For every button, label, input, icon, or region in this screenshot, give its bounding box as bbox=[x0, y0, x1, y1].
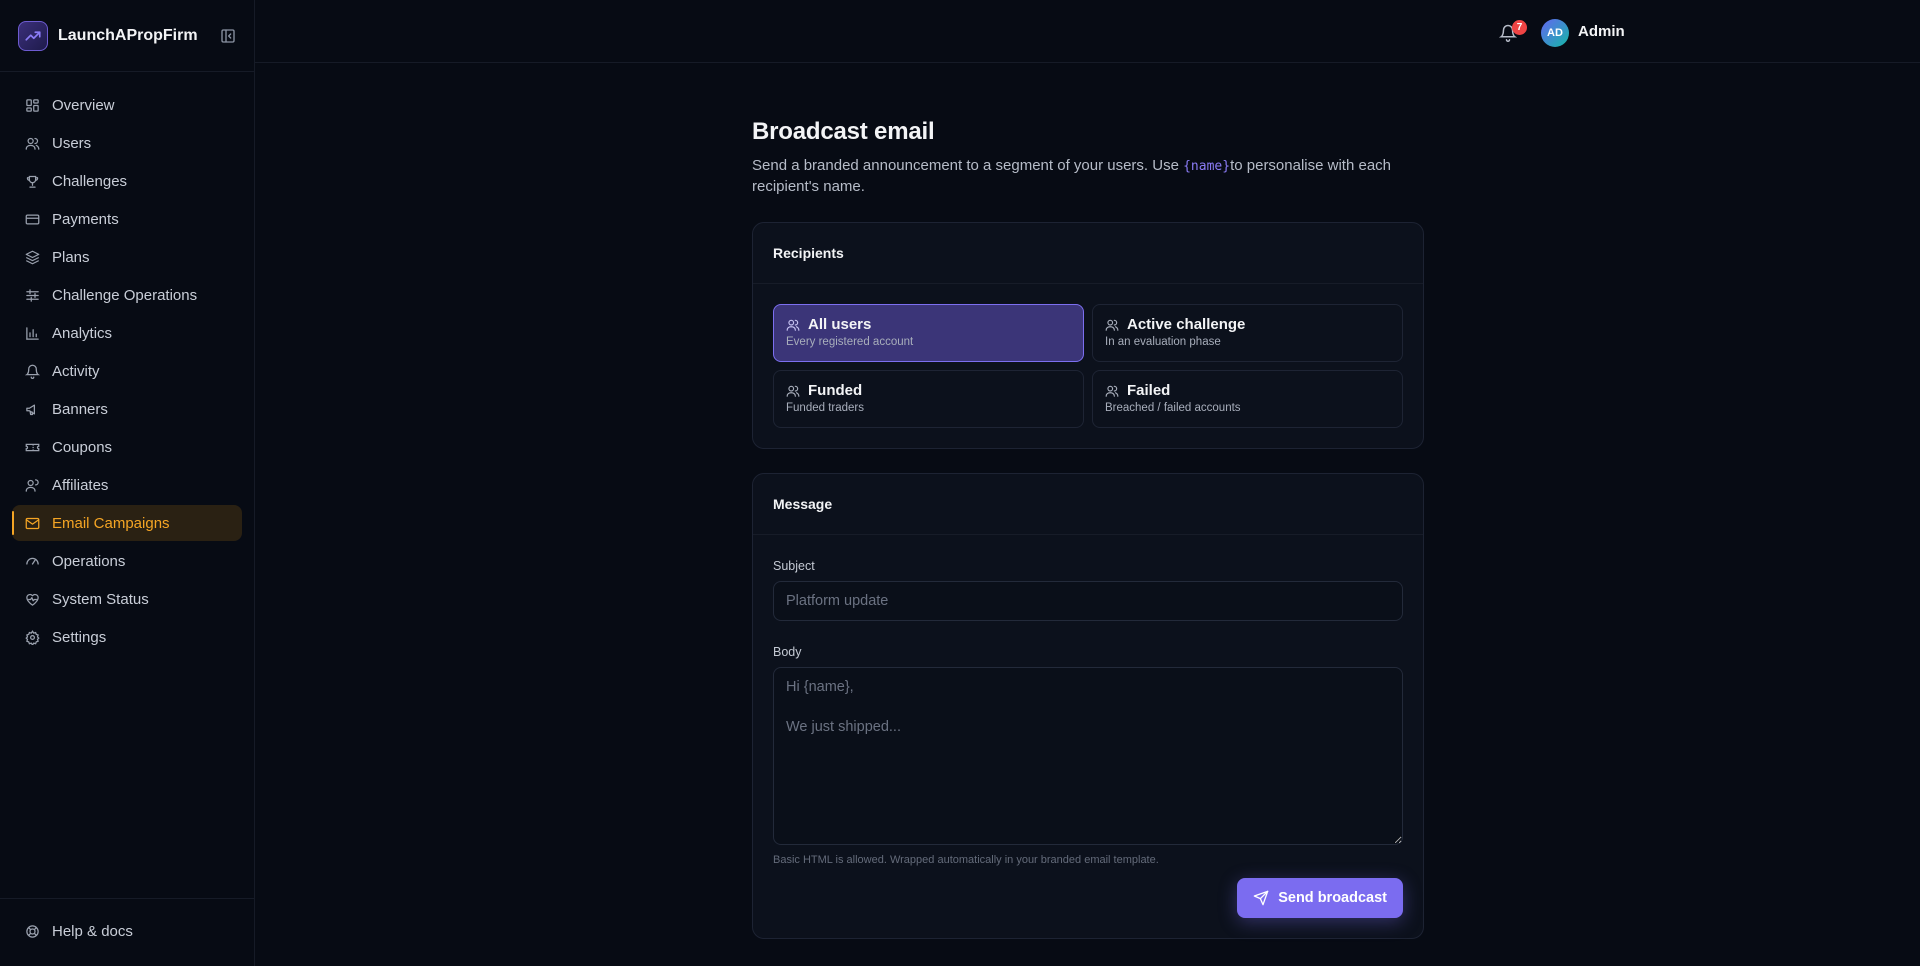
avatar[interactable]: AD bbox=[1541, 19, 1569, 47]
page-title: Broadcast email bbox=[752, 118, 935, 145]
body-label: Body bbox=[773, 645, 802, 659]
sidebar-item-label: Challenges bbox=[52, 172, 128, 190]
sidebar-item-label: Banners bbox=[52, 400, 108, 418]
sidebar-item-help-docs[interactable]: Help & docs bbox=[12, 913, 242, 949]
segment-description: Breached / failed accounts bbox=[1105, 402, 1241, 414]
segment-funded[interactable]: Funded Funded traders bbox=[773, 370, 1084, 428]
gear-icon bbox=[24, 629, 40, 645]
sidebar-item-label: Email Campaigns bbox=[52, 514, 170, 532]
top-bar bbox=[255, 0, 1920, 63]
sidebar-item-label: Coupons bbox=[52, 438, 113, 456]
mail-icon bbox=[24, 515, 40, 531]
body-hint: Basic HTML is allowed. Wrapped automatic… bbox=[773, 854, 1159, 866]
send-icon bbox=[1253, 890, 1269, 906]
sidebar-item-activity[interactable]: Activity bbox=[12, 353, 242, 389]
recipients-card: Recipients All users Every registered ac… bbox=[752, 222, 1424, 449]
sidebar-item-challenges[interactable]: Challenges bbox=[12, 163, 242, 199]
sidebar-item-label: Help & docs bbox=[52, 922, 133, 940]
users-icon bbox=[1105, 384, 1119, 398]
lifebuoy-icon bbox=[24, 923, 40, 939]
segment-all-users[interactable]: All users Every registered account bbox=[773, 304, 1084, 362]
sidebar-item-label: Analytics bbox=[52, 324, 113, 342]
segment-options: All users Every registered account Activ… bbox=[753, 284, 1423, 448]
sidebar-item-label: Payments bbox=[52, 210, 119, 228]
segment-active-challenge[interactable]: Active challenge In an evaluation phase bbox=[1092, 304, 1403, 362]
description-text: Send a branded announcement to a segment… bbox=[752, 157, 1184, 174]
segment-failed[interactable]: Failed Breached / failed accounts bbox=[1092, 370, 1403, 428]
sidebar-item-label: Plans bbox=[52, 248, 90, 266]
sidebar-item-coupons[interactable]: Coupons bbox=[12, 429, 242, 465]
user-plus-icon bbox=[24, 477, 40, 493]
segment-label: All users bbox=[808, 316, 872, 333]
sidebar-item-users[interactable]: Users bbox=[12, 125, 242, 161]
panel-left-icon bbox=[221, 28, 235, 43]
message-form: Subject Body Basic HTML is allowed. Wrap… bbox=[753, 535, 1423, 938]
ticket-icon bbox=[24, 439, 40, 455]
grid-icon bbox=[24, 97, 40, 113]
brand-header: LaunchAPropFirm bbox=[0, 0, 254, 72]
send-broadcast-button[interactable]: Send broadcast bbox=[1237, 878, 1403, 918]
trophy-icon bbox=[24, 173, 40, 189]
sidebar-item-payments[interactable]: Payments bbox=[12, 201, 242, 237]
layers-icon bbox=[24, 249, 40, 265]
sidebar-item-system-status[interactable]: System Status bbox=[12, 581, 242, 617]
brand-logo-icon[interactable] bbox=[18, 20, 48, 51]
send-broadcast-label: Send broadcast bbox=[1278, 890, 1387, 906]
sidebar-item-settings[interactable]: Settings bbox=[12, 619, 242, 655]
segment-description: In an evaluation phase bbox=[1105, 336, 1221, 348]
notification-count-badge: 7 bbox=[1512, 20, 1527, 35]
body-textarea[interactable] bbox=[773, 667, 1403, 845]
sidebar-item-plans[interactable]: Plans bbox=[12, 239, 242, 275]
sidebar-item-label: Affiliates bbox=[52, 476, 109, 494]
sidebar-item-overview[interactable]: Overview bbox=[12, 87, 242, 123]
sidebar-item-operations[interactable]: Operations bbox=[12, 543, 242, 579]
segment-description: Every registered account bbox=[786, 336, 914, 348]
sliders-icon bbox=[24, 287, 40, 303]
sidebar-item-label: Operations bbox=[52, 552, 126, 570]
brand-name: LaunchAPropFirm bbox=[58, 26, 198, 44]
sidebar-item-label: Activity bbox=[52, 362, 100, 380]
segment-label: Failed bbox=[1127, 382, 1171, 399]
subject-input[interactable] bbox=[773, 581, 1403, 621]
sidebar-item-label: Settings bbox=[52, 628, 107, 646]
sidebar-item-banners[interactable]: Banners bbox=[12, 391, 242, 427]
users-icon bbox=[1105, 318, 1119, 332]
collapse-sidebar-button[interactable] bbox=[218, 26, 238, 46]
page-description: Send a branded announcement to a segment… bbox=[752, 156, 1424, 197]
recipients-card-title: Recipients bbox=[753, 223, 1423, 284]
users-icon bbox=[24, 135, 40, 151]
credit-card-icon bbox=[24, 211, 40, 227]
gauge-icon bbox=[24, 553, 40, 569]
sidebar-item-label: Overview bbox=[52, 96, 115, 114]
bell-icon bbox=[24, 363, 40, 379]
bar-chart-icon bbox=[24, 325, 40, 341]
heart-pulse-icon bbox=[24, 591, 40, 607]
sidebar-nav: Overview Users Challenges Payments Plans… bbox=[0, 72, 254, 655]
sidebar-item-challenge-operations[interactable]: Challenge Operations bbox=[12, 277, 242, 313]
segment-description: Funded traders bbox=[786, 402, 864, 414]
sidebar: LaunchAPropFirm Overview Users Challenge… bbox=[0, 0, 255, 966]
sidebar-item-label: Challenge Operations bbox=[52, 286, 198, 304]
sidebar-item-affiliates[interactable]: Affiliates bbox=[12, 467, 242, 503]
users-icon bbox=[786, 318, 800, 332]
segment-label: Funded bbox=[808, 382, 863, 399]
sidebar-footer: Help & docs bbox=[0, 898, 254, 966]
message-card-title: Message bbox=[753, 474, 1423, 535]
sidebar-item-email-campaigns[interactable]: Email Campaigns bbox=[12, 505, 242, 541]
sidebar-item-analytics[interactable]: Analytics bbox=[12, 315, 242, 351]
sidebar-item-label: Users bbox=[52, 134, 92, 152]
sidebar-item-label: System Status bbox=[52, 590, 149, 608]
name-placeholder-code: {name} bbox=[1183, 159, 1231, 174]
main-content: Broadcast email Send a branded announcem… bbox=[752, 118, 1424, 939]
segment-label: Active challenge bbox=[1127, 316, 1246, 333]
message-card: Message Subject Body Basic HTML is allow… bbox=[752, 473, 1424, 939]
users-icon bbox=[786, 384, 800, 398]
megaphone-icon bbox=[24, 401, 40, 417]
subject-label: Subject bbox=[773, 559, 815, 573]
user-name[interactable]: Admin bbox=[1578, 23, 1625, 40]
